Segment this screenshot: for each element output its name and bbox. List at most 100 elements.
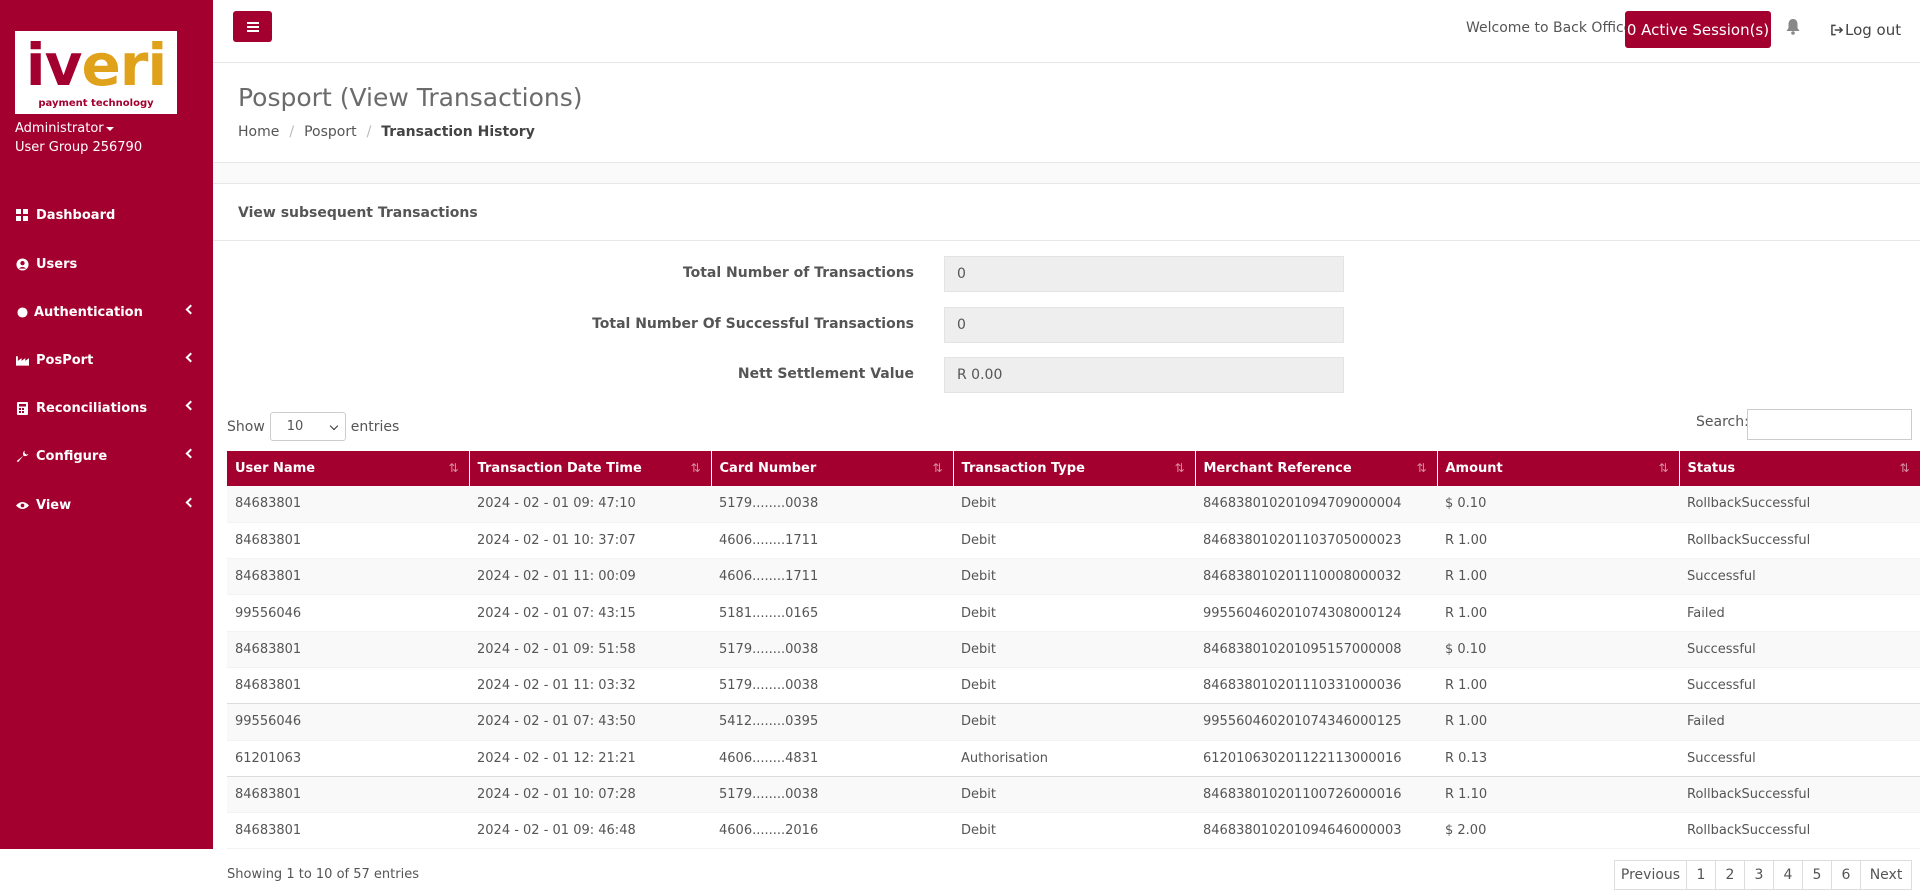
table-row[interactable]: 84683801 2024 - 02 - 01 11: 00:09 4606....… <box>227 558 1920 596</box>
pagination-previous[interactable]: Previous <box>1614 860 1687 890</box>
sidebar-item-reconciliations[interactable]: Reconciliations <box>0 393 213 423</box>
sort-icon: ⇅ <box>1174 461 1185 475</box>
breadcrumb: Home / Posport / Transaction History <box>238 124 535 140</box>
table-row[interactable]: 61201063 2024 - 02 - 01 12: 21:21 4606....… <box>227 740 1920 777</box>
user-role-label: Administrator <box>15 121 104 136</box>
bell-icon[interactable] <box>1786 19 1802 37</box>
sidebar-item-users[interactable]: Users <box>0 249 213 279</box>
search-input[interactable] <box>1747 409 1912 440</box>
sidebar-item-posport[interactable]: PosPort <box>0 345 213 375</box>
cell-amount: R 1.10 <box>1437 776 1679 814</box>
cell-transaction-type: Debit <box>953 486 1195 523</box>
cell-amount: R 1.00 <box>1437 594 1679 632</box>
cell-merchant-reference: 846838010201094646000003 <box>1195 812 1437 850</box>
cell-merchant-reference: 846838010201095157000008 <box>1195 631 1437 668</box>
nett-settlement-label: Nett Settlement Value <box>737 366 914 382</box>
cell-card-number: 5412........0395 <box>711 703 953 741</box>
table-row[interactable]: 84683801 2024 - 02 - 01 10: 07:28 5179....… <box>227 776 1920 814</box>
breadcrumb-current: Transaction History <box>381 124 535 140</box>
pagination: Previous 1 2 3 4 5 6 Next <box>1614 860 1912 890</box>
cell-user-name: 99556046 <box>227 703 469 741</box>
cell-transaction-type: Authorisation <box>953 740 1195 777</box>
cell-transaction-type: Debit <box>953 631 1195 668</box>
sidebar-item-label: Dashboard <box>36 207 116 223</box>
chevron-left-icon <box>185 448 196 459</box>
table-row[interactable]: 84683801 2024 - 02 - 01 11: 03:32 5179....… <box>227 667 1920 705</box>
cell-amount: $ 2.00 <box>1437 812 1679 850</box>
entries-per-page-select[interactable]: 10 <box>269 412 346 441</box>
sort-icon: ⇅ <box>1416 461 1427 475</box>
sidebar-item-configure[interactable]: Configure <box>0 441 213 471</box>
sidebar-item-label: PosPort <box>36 352 94 368</box>
table-row[interactable]: 84683801 2024 - 02 - 01 10: 37:07 4606....… <box>227 522 1920 560</box>
cell-user-name: 84683801 <box>227 812 469 850</box>
pagination-page-5[interactable]: 5 <box>1802 860 1832 890</box>
table-row[interactable]: 84683801 2024 - 02 - 01 09: 47:10 5179....… <box>227 486 1920 523</box>
panel-divider <box>213 240 1920 241</box>
table-row[interactable]: 84683801 2024 - 02 - 01 09: 51:58 5179....… <box>227 631 1920 668</box>
user-role-dropdown[interactable]: Administrator <box>15 121 114 136</box>
show-entries-control: Show 10 entries <box>227 412 399 441</box>
cell-transaction-date-time: 2024 - 02 - 01 10: 07:28 <box>469 776 711 814</box>
chevron-down-icon <box>329 421 339 431</box>
cell-transaction-date-time: 2024 - 02 - 01 10: 37:07 <box>469 522 711 560</box>
column-header-transaction-type[interactable]: Transaction Type ⇅ <box>953 451 1195 486</box>
cell-status: Failed <box>1679 703 1920 741</box>
cell-transaction-date-time: 2024 - 02 - 01 07: 43:15 <box>469 594 711 632</box>
column-header-merchant-reference[interactable]: Merchant Reference ⇅ <box>1195 451 1437 486</box>
page-title: Posport (View Transactions) <box>238 83 583 112</box>
table-row[interactable]: 99556046 2024 - 02 - 01 07: 43:50 5412....… <box>227 703 1920 741</box>
cell-transaction-type: Debit <box>953 776 1195 814</box>
iveri-logo[interactable]: iveri payment technology <box>15 31 177 114</box>
search-label: Search: <box>1696 414 1749 430</box>
sidebar-item-label: Authentication <box>34 304 143 320</box>
cell-user-name: 84683801 <box>227 776 469 814</box>
sidebar-item-label: View <box>36 497 72 513</box>
cell-user-name: 99556046 <box>227 594 469 632</box>
logout-link[interactable]: Log out <box>1831 21 1901 39</box>
column-header-amount[interactable]: Amount ⇅ <box>1437 451 1679 486</box>
cell-transaction-date-time: 2024 - 02 - 01 11: 03:32 <box>469 667 711 705</box>
cell-status: Successful <box>1679 558 1920 596</box>
breadcrumb-posport[interactable]: Posport <box>304 124 357 140</box>
cell-transaction-date-time: 2024 - 02 - 01 11: 00:09 <box>469 558 711 596</box>
sidebar-item-view[interactable]: View <box>0 490 213 520</box>
sidebar-item-dashboard[interactable]: Dashboard <box>0 200 213 230</box>
cell-amount: R 0.13 <box>1437 740 1679 777</box>
pagination-page-2[interactable]: 2 <box>1715 860 1745 890</box>
cell-merchant-reference: 612010630201122113000016 <box>1195 740 1437 777</box>
cell-user-name: 84683801 <box>227 631 469 668</box>
pagination-next[interactable]: Next <box>1860 860 1912 890</box>
panel-title: View subsequent Transactions <box>238 205 478 221</box>
column-header-card-number[interactable]: Card Number ⇅ <box>711 451 953 486</box>
cell-user-name: 84683801 <box>227 667 469 705</box>
pagination-page-6[interactable]: 6 <box>1831 860 1861 890</box>
active-sessions-button[interactable]: 0 Active Session(s) <box>1625 11 1771 48</box>
user-group-label: User Group 256790 <box>15 140 143 155</box>
sort-icon: ⇅ <box>932 461 943 475</box>
user-circle-icon <box>15 257 29 271</box>
breadcrumb-separator: / <box>289 124 295 140</box>
column-header-transaction-date-time[interactable]: Transaction Date Time ⇅ <box>469 451 711 486</box>
pagination-page-4[interactable]: 4 <box>1773 860 1803 890</box>
total-transactions-label: Total Number of Transactions <box>682 265 914 281</box>
column-header-user-name[interactable]: User Name ⇅ <box>227 451 469 486</box>
pagination-page-1[interactable]: 1 <box>1686 860 1716 890</box>
cell-merchant-reference: 995560460201074346000125 <box>1195 703 1437 741</box>
hamburger-menu-button[interactable] <box>233 11 272 42</box>
cell-card-number: 5179........0038 <box>711 667 953 705</box>
cell-transaction-type: Debit <box>953 812 1195 850</box>
column-header-status[interactable]: Status ⇅ <box>1679 451 1920 486</box>
pagination-page-3[interactable]: 3 <box>1744 860 1774 890</box>
cell-status: Successful <box>1679 631 1920 668</box>
table-row[interactable]: 99556046 2024 - 02 - 01 07: 43:15 5181....… <box>227 594 1920 632</box>
cell-card-number: 5179........0038 <box>711 486 953 523</box>
sort-icon: ⇅ <box>1658 461 1669 475</box>
breadcrumb-home[interactable]: Home <box>238 124 279 140</box>
eye-icon <box>15 498 29 512</box>
top-navbar: Welcome to Back Office 0 Active Session(… <box>213 0 1920 63</box>
chevron-left-icon <box>185 497 196 508</box>
sidebar-item-authentication[interactable]: Authentication <box>0 297 213 327</box>
table-row[interactable]: 84683801 2024 - 02 - 01 09: 46:48 4606....… <box>227 812 1920 850</box>
factory-icon <box>15 353 29 367</box>
